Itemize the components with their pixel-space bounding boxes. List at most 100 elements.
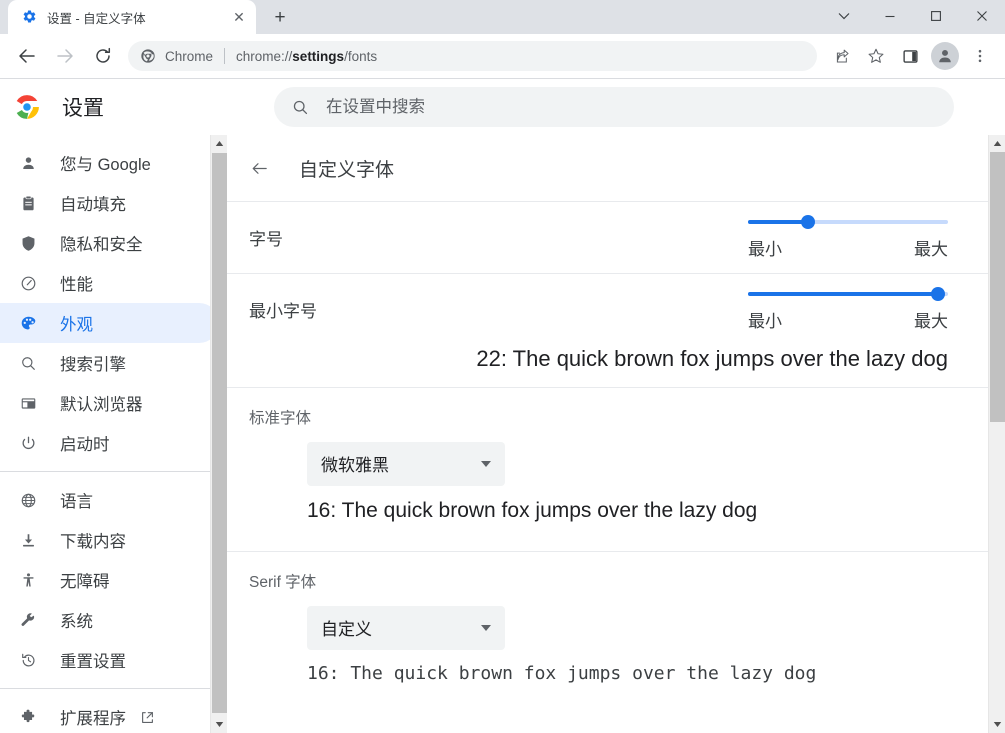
minimum-font-size-preview: 22: The quick brown fox jumps over the l… — [227, 345, 988, 387]
reload-icon[interactable] — [86, 39, 120, 73]
scroll-up-arrow-icon[interactable] — [989, 135, 1005, 152]
slider-thumb[interactable] — [931, 287, 945, 301]
sidebar-item-label: 无障碍 — [60, 568, 110, 592]
content-scrollbar-thumb[interactable] — [990, 152, 1005, 422]
browser-window-icon — [18, 393, 38, 413]
serif-font-preview: 16: The quick brown fox jumps over the l… — [307, 663, 966, 684]
slider-track[interactable] — [748, 292, 948, 296]
maximize-icon[interactable] — [913, 0, 959, 32]
slider-max-label: 最大 — [914, 307, 948, 332]
slider-labels: 最小 最大 — [748, 307, 948, 332]
sidebar-item-you-and-google[interactable]: 您与 Google — [0, 143, 219, 183]
sidebar-item-performance[interactable]: 性能 — [0, 263, 219, 303]
search-icon — [18, 353, 38, 373]
address-bar[interactable]: Chrome chrome://settings/fonts — [128, 41, 817, 71]
sidebar-item-extensions[interactable]: 扩展程序 — [0, 697, 219, 733]
sidebar-item-downloads[interactable]: 下载内容 — [0, 520, 219, 560]
standard-font-selected-value: 微软雅黑 — [321, 451, 389, 476]
gear-icon — [22, 9, 38, 25]
font-size-row: 字号 最小 最大 — [227, 201, 988, 273]
sidebar-scrollbar-thumb[interactable] — [212, 153, 227, 713]
fonts-page-title: 自定义字体 — [299, 155, 394, 182]
settings-body: 您与 Google 自动填充 隐私和安全 — [0, 135, 1005, 733]
sidebar-item-appearance[interactable]: 外观 — [0, 303, 219, 343]
avatar[interactable] — [931, 42, 959, 70]
browser-tab[interactable]: 设置 - 自定义字体 ✕ — [8, 0, 256, 34]
fonts-page-header: 自定义字体 — [227, 135, 988, 201]
browser-window: 设置 - 自定义字体 ✕ + — [0, 0, 1005, 733]
standard-font-title: 标准字体 — [249, 406, 966, 428]
minimum-font-size-slider[interactable]: 最小 最大 — [748, 288, 948, 332]
forward-icon[interactable] — [48, 39, 82, 73]
tab-search-icon[interactable] — [821, 0, 867, 32]
sidebar-item-search-engine[interactable]: 搜索引擎 — [0, 343, 219, 383]
sidebar-item-reset-settings[interactable]: 重置设置 — [0, 640, 219, 680]
tab-close-icon[interactable]: ✕ — [230, 8, 248, 26]
standard-font-section: 标准字体 微软雅黑 16: The quick brown fox jumps … — [227, 387, 988, 551]
sidebar-item-label: 隐私和安全 — [60, 231, 143, 255]
new-tab-button[interactable]: + — [266, 3, 294, 31]
chrome-logo-icon — [14, 94, 40, 120]
sidebar-divider — [0, 688, 227, 689]
sidebar-item-label: 下载内容 — [60, 528, 126, 552]
wrench-icon — [18, 610, 38, 630]
slider-min-label: 最小 — [748, 307, 782, 332]
settings-search[interactable] — [274, 87, 954, 127]
accessibility-icon — [18, 570, 38, 590]
sidebar-item-accessibility[interactable]: 无障碍 — [0, 560, 219, 600]
sidebar-item-on-startup[interactable]: 启动时 — [0, 423, 219, 463]
sidebar-scrollbar[interactable] — [210, 135, 227, 733]
scroll-down-arrow-icon[interactable] — [989, 716, 1005, 733]
minimum-font-size-label: 最小字号 — [249, 297, 317, 322]
close-icon[interactable] — [959, 0, 1005, 32]
clipboard-icon — [18, 193, 38, 213]
scroll-down-arrow-icon[interactable] — [211, 716, 227, 733]
speedometer-icon — [18, 273, 38, 293]
standard-font-select[interactable]: 微软雅黑 — [307, 442, 505, 486]
palette-icon — [18, 313, 38, 333]
sidebar-item-languages[interactable]: 语言 — [0, 480, 219, 520]
url-host: settings — [292, 49, 344, 64]
minimize-icon[interactable] — [867, 0, 913, 32]
minimum-font-size-row: 最小字号 最小 最大 — [227, 273, 988, 345]
settings-sidebar: 您与 Google 自动填充 隐私和安全 — [0, 135, 227, 733]
puzzle-icon — [18, 707, 38, 727]
sidebar-item-label: 自动填充 — [60, 191, 126, 215]
font-size-label: 字号 — [249, 225, 283, 250]
sidebar-item-label: 启动时 — [60, 431, 110, 455]
search-input[interactable] — [326, 87, 936, 127]
omnibox-divider — [224, 48, 225, 64]
serif-font-select[interactable]: 自定义 — [307, 606, 505, 650]
sidebar-item-label: 默认浏览器 — [60, 391, 143, 415]
side-panel-icon[interactable] — [895, 41, 925, 71]
slider-fill — [748, 292, 938, 296]
slider-min-label: 最小 — [748, 235, 782, 260]
star-icon[interactable] — [861, 41, 891, 71]
sidebar-item-label: 外观 — [60, 311, 93, 335]
standard-font-select-wrap: 微软雅黑 — [307, 442, 966, 486]
sidebar-item-autofill[interactable]: 自动填充 — [0, 183, 219, 223]
slider-labels: 最小 最大 — [748, 235, 948, 260]
chevron-down-icon — [481, 625, 491, 631]
page-title: 设置 — [62, 92, 104, 122]
slider-thumb[interactable] — [801, 215, 815, 229]
slider-fill — [748, 220, 808, 224]
sidebar-item-default-browser[interactable]: 默认浏览器 — [0, 383, 219, 423]
back-icon[interactable] — [10, 39, 44, 73]
back-arrow-icon[interactable] — [249, 158, 269, 178]
omnibox-url: chrome://settings/fonts — [236, 49, 377, 64]
three-dot-menu-icon[interactable] — [965, 41, 995, 71]
share-icon[interactable] — [827, 41, 857, 71]
slider-max-label: 最大 — [914, 235, 948, 260]
tab-title: 设置 - 自定义字体 — [47, 8, 230, 27]
sidebar-item-privacy-security[interactable]: 隐私和安全 — [0, 223, 219, 263]
sidebar-item-system[interactable]: 系统 — [0, 600, 219, 640]
slider-track[interactable] — [748, 220, 948, 224]
serif-font-select-wrap: 自定义 — [307, 606, 966, 650]
omnibox-site-label: Chrome — [165, 49, 213, 64]
scroll-up-arrow-icon[interactable] — [211, 135, 227, 152]
content-scrollbar[interactable] — [988, 135, 1005, 733]
font-size-slider[interactable]: 最小 最大 — [748, 216, 948, 260]
history-restore-icon — [18, 650, 38, 670]
sidebar-divider — [0, 471, 227, 472]
